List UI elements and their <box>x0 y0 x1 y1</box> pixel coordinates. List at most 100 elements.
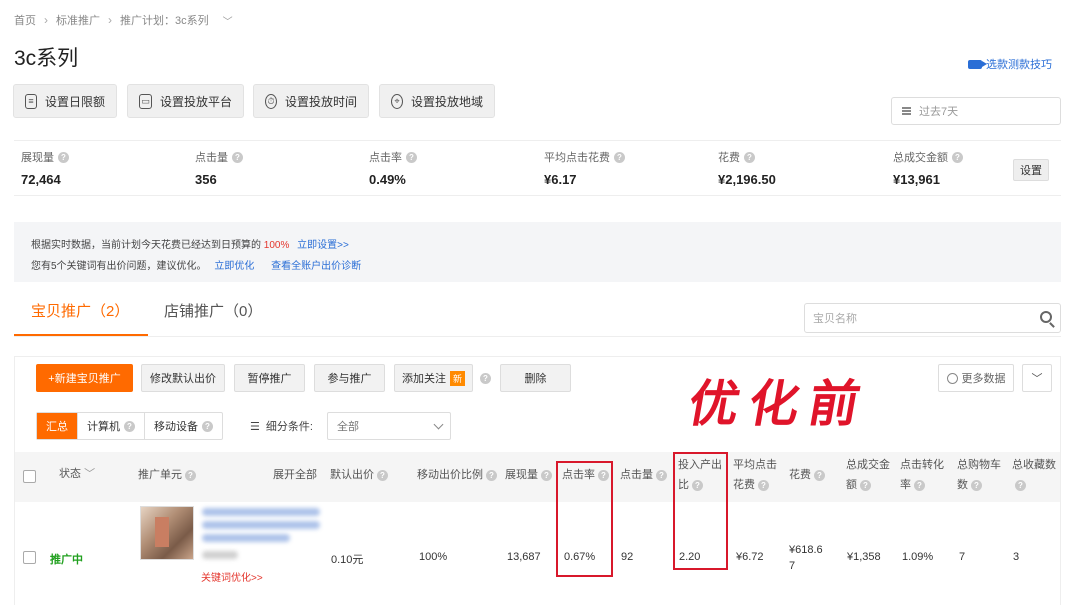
bid-diagnosis-link[interactable]: 查看全账户出价诊断 <box>271 261 361 272</box>
product-thumbnail[interactable] <box>140 506 194 560</box>
row-mobile-ratio[interactable]: 100% <box>419 551 447 563</box>
expand-all-link[interactable]: 展开全部 <box>273 465 317 485</box>
help-icon[interactable]: ? <box>185 469 196 481</box>
delete-button[interactable]: 删除 <box>500 364 571 392</box>
join-promotion-button[interactable]: 参与推广 <box>314 364 385 392</box>
product-price-blurred <box>202 551 238 559</box>
notice-percent: 100% <box>263 240 290 251</box>
filter-select-value: 全部 <box>337 421 359 433</box>
help-icon[interactable]: ? <box>486 469 497 481</box>
th-clicks[interactable]: 点击量? <box>620 465 667 485</box>
th-label: 总购物车 <box>957 459 1001 471</box>
metrics-setting-button[interactable]: 设置 <box>1013 159 1049 181</box>
help-icon[interactable]: ? <box>614 151 625 163</box>
tips-link[interactable]: 选款测款技巧 <box>968 56 1052 72</box>
help-icon[interactable]: ? <box>124 420 135 432</box>
help-icon[interactable]: ? <box>860 479 871 491</box>
help-icon[interactable]: ? <box>377 469 388 481</box>
gear-icon <box>946 372 958 384</box>
active-tab-indicator <box>14 334 148 336</box>
page-title: 3c系列 <box>14 47 79 70</box>
th-cvr[interactable]: 点击转化 率? <box>900 455 944 495</box>
metric-value: ¥13,961 <box>893 172 940 187</box>
select-all-checkbox[interactable] <box>23 470 36 483</box>
help-icon[interactable]: ? <box>1015 479 1026 491</box>
more-data-button[interactable]: 更多数据 <box>938 364 1014 392</box>
breadcrumb-separator-icon: › <box>108 13 112 27</box>
help-icon[interactable]: ? <box>406 151 417 163</box>
th-mobile-ratio: 移动出价比例? <box>417 465 497 485</box>
metric-value: 72,464 <box>21 172 61 187</box>
row-checkbox[interactable] <box>23 551 36 564</box>
help-icon[interactable]: ? <box>202 420 213 432</box>
filter-condition-label: ☰ 细分条件: <box>250 418 313 434</box>
metric-value: ¥2,196.50 <box>718 172 776 187</box>
breadcrumb-home[interactable]: 首页 <box>14 12 36 28</box>
location-pin-icon: ⌖ <box>391 93 403 109</box>
product-title-blurred[interactable] <box>202 508 320 516</box>
add-follow-label: 添加关注 <box>401 373 446 385</box>
th-favorites[interactable]: 总收藏数 ? <box>1012 455 1056 495</box>
help-icon[interactable]: ? <box>58 151 69 163</box>
th-cost[interactable]: 花费? <box>789 465 825 485</box>
row-favorites: 3 <box>1013 551 1020 563</box>
metric-gmv: 总成交金额? ¥13,961 <box>893 149 963 187</box>
row-cost-line: ¥618.6 <box>789 544 823 556</box>
segment-summary[interactable]: 汇总 <box>37 413 78 439</box>
new-item-promotion-button[interactable]: +新建宝贝推广 <box>36 364 133 392</box>
th-label: 总成交金 <box>846 459 890 471</box>
metric-label: 总成交金额 <box>893 152 948 164</box>
segment-mobile[interactable]: 移动设备? <box>145 413 222 439</box>
th-cart[interactable]: 总购物车 数? <box>957 455 1001 495</box>
breadcrumb-standard[interactable]: 标准推广 <box>56 12 100 28</box>
help-icon[interactable]: ? <box>952 151 963 163</box>
help-icon[interactable]: ? <box>758 479 769 491</box>
pause-button[interactable]: 暂停推广 <box>234 364 305 392</box>
product-title-blurred[interactable] <box>202 534 290 542</box>
th-gmv[interactable]: 总成交金 额? <box>846 455 890 495</box>
metric-value: ¥6.17 <box>544 172 577 187</box>
set-daily-limit-button[interactable]: ≡ 设置日限额 <box>13 84 117 118</box>
metric-label: 平均点击花费 <box>544 152 610 164</box>
th-label: 推广单元 <box>138 469 182 481</box>
date-range-select[interactable]: 过去7天 <box>891 97 1061 125</box>
item-search-input[interactable]: 宝贝名称 <box>804 303 1061 333</box>
product-title-blurred[interactable] <box>202 521 320 529</box>
modify-default-bid-button[interactable]: 修改默认出价 <box>141 364 225 392</box>
help-icon[interactable]: ? <box>914 479 925 491</box>
keyword-optimize-link[interactable]: 关键词优化>> <box>201 569 263 584</box>
th-impressions[interactable]: 展现量? <box>505 465 552 485</box>
help-icon[interactable]: ? <box>541 469 552 481</box>
chevron-down-icon[interactable]: ﹀ <box>223 13 233 28</box>
help-icon[interactable]: ? <box>232 151 243 163</box>
calendar-icon <box>902 107 911 115</box>
help-icon[interactable]: ? <box>971 479 982 491</box>
tips-link-label: 选款测款技巧 <box>986 59 1052 71</box>
set-time-button[interactable]: ⏱ 设置投放时间 <box>253 84 369 118</box>
th-status[interactable]: 状态 ﹀ <box>59 464 95 484</box>
th-default-bid: 默认出价? <box>330 465 388 485</box>
th-label: 移动出价比例 <box>417 469 483 481</box>
set-time-label: 设置投放时间 <box>284 94 357 109</box>
help-icon[interactable]: ? <box>744 151 755 163</box>
tab-shop-promotion[interactable]: 店铺推广（0） <box>164 300 262 321</box>
optimize-now-link[interactable]: 立即优化 <box>214 261 254 272</box>
tab-item-promotion[interactable]: 宝贝推广（2） <box>31 300 129 321</box>
add-follow-button[interactable]: 添加关注 新 <box>394 364 473 392</box>
segment-label: 计算机 <box>87 421 120 433</box>
th-avg-cpc[interactable]: 平均点击 花费? <box>733 455 777 495</box>
set-platform-button[interactable]: ▭ 设置投放平台 <box>127 84 244 118</box>
breadcrumb-plan[interactable]: 推广计划：3c系列 <box>120 12 209 28</box>
segment-computer[interactable]: 计算机? <box>78 413 145 439</box>
row-cvr: 1.09% <box>902 551 934 563</box>
search-icon[interactable] <box>1040 311 1052 323</box>
help-icon[interactable]: ? <box>814 469 825 481</box>
row-default-bid[interactable]: 0.10元 <box>331 551 363 567</box>
set-platform-label: 设置投放平台 <box>159 94 232 109</box>
set-now-link[interactable]: 立即设置>> <box>297 240 349 251</box>
help-icon[interactable]: ? <box>656 469 667 481</box>
expand-toolbar-button[interactable]: ﹀ <box>1022 364 1052 392</box>
help-icon[interactable]: ? <box>480 373 491 384</box>
set-region-button[interactable]: ⌖ 设置投放地域 <box>379 84 495 118</box>
filter-condition-select[interactable]: 全部 <box>327 412 451 440</box>
